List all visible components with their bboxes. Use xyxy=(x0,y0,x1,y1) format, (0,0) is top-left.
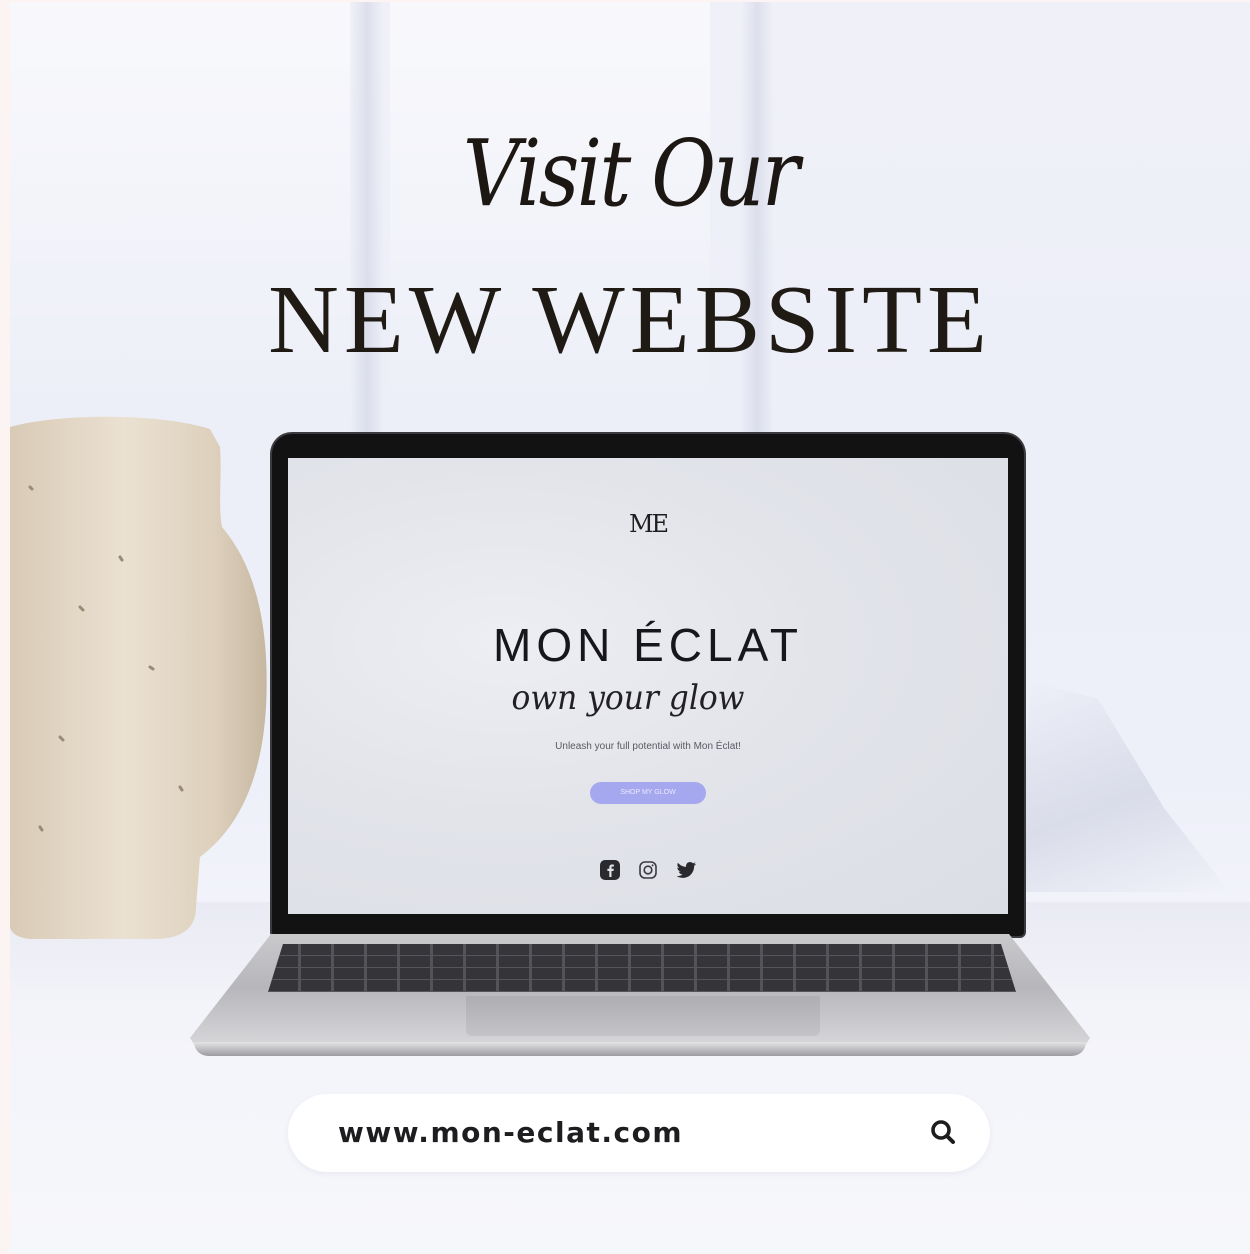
facebook-icon[interactable] xyxy=(598,858,622,882)
ceramic-vase xyxy=(10,416,267,939)
laptop-base-edge xyxy=(194,1042,1086,1056)
promo-canvas: Visit Our NEW WEBSITE ME MON ÉCLAT own y… xyxy=(10,2,1250,1254)
laptop-screen: ME MON ÉCLAT own your glow Unleash your … xyxy=(288,458,1008,914)
url-text[interactable]: www.mon-eclat.com xyxy=(338,1094,683,1172)
url-bar[interactable]: www.mon-eclat.com xyxy=(288,1094,990,1172)
keyboard-rows xyxy=(268,944,1016,992)
headline-script: Visit Our xyxy=(462,120,800,227)
vase-shadow xyxy=(1010,682,1230,892)
site-tagline: own your glow xyxy=(511,678,745,718)
headline-title: NEW WEBSITE xyxy=(268,266,992,374)
site-brand-title: MON ÉCLAT xyxy=(493,619,803,671)
site-subtext: Unleash your full potential with Mon Écl… xyxy=(555,741,741,752)
twitter-icon[interactable] xyxy=(674,858,698,882)
instagram-icon[interactable] xyxy=(636,858,660,882)
search-icon[interactable] xyxy=(924,1113,964,1153)
social-links xyxy=(288,858,1008,882)
shop-cta-button[interactable]: SHOP MY GLOW xyxy=(590,782,706,804)
laptop-trackpad xyxy=(466,996,820,1036)
laptop-lid: ME MON ÉCLAT own your glow Unleash your … xyxy=(272,434,1024,936)
site-logo: ME xyxy=(628,510,669,538)
